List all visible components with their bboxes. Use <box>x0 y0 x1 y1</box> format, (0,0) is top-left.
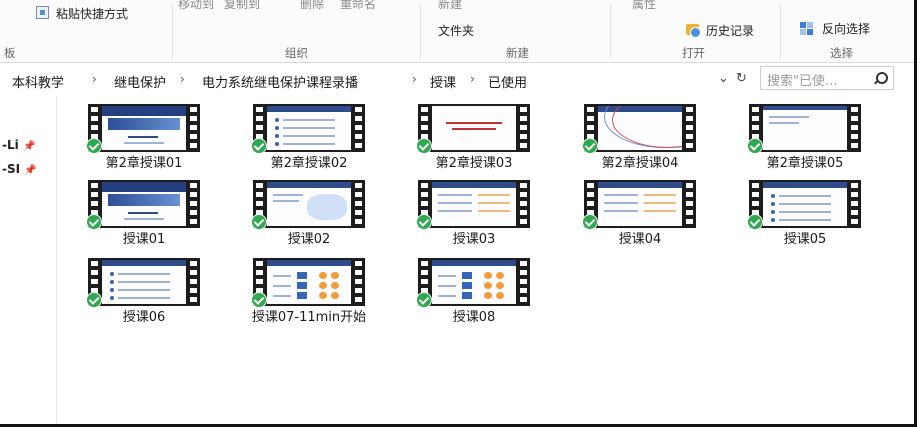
video-thumbnail <box>253 104 365 152</box>
move-to-button[interactable]: 移动到 <box>178 0 214 12</box>
sync-status-icon <box>582 138 598 154</box>
properties-button[interactable]: 属性 <box>632 0 656 12</box>
breadcrumb-separator: › <box>180 72 185 86</box>
file-name: 授课08 <box>452 310 496 325</box>
breadcrumb-used[interactable]: 已使用 <box>488 72 527 91</box>
search-icon <box>876 72 888 84</box>
history-icon <box>686 24 701 38</box>
address-bar[interactable]: 本科教学 › 继电保护 › 电力系统继电保护课程录播 › 授课 › 已使用 <box>0 66 750 92</box>
refresh-icon[interactable]: ↻ <box>736 71 747 86</box>
video-thumbnail <box>418 104 530 152</box>
video-thumbnail <box>584 180 696 228</box>
paste-shortcut-button[interactable]: 粘贴快捷方式 <box>56 5 128 22</box>
group-label-organize: 组织 <box>285 46 308 60</box>
invert-selection-icon <box>800 22 814 35</box>
file-name: 授课05 <box>783 232 827 247</box>
group-label-open: 打开 <box>682 46 705 60</box>
delete-button[interactable]: 删除 <box>300 0 324 12</box>
file-name: 第2章授课02 <box>270 156 348 171</box>
video-thumbnail <box>584 104 696 152</box>
video-thumbnail <box>88 104 200 152</box>
navigation-pane: -Li 📌 -SI 📌 <box>0 96 57 424</box>
rename-button[interactable]: 重命名 <box>340 0 376 12</box>
nav-item-label: -Li <box>2 138 19 152</box>
breadcrumb-undergrad-teaching[interactable]: 本科教学 <box>12 72 64 91</box>
pin-icon: 📌 <box>24 165 37 176</box>
nav-item-label: -SI <box>2 162 21 176</box>
sync-status-icon <box>86 214 102 230</box>
file-name: 授课06 <box>122 310 166 325</box>
group-label-clipboard: 板 <box>4 46 16 60</box>
nav-item-li[interactable]: -Li 📌 <box>2 138 35 152</box>
video-thumbnail <box>88 258 200 306</box>
file-name: 授课03 <box>452 232 496 247</box>
search-input[interactable]: 搜索"已使... <box>760 66 894 90</box>
file-name: 授课04 <box>618 232 662 247</box>
breadcrumb-separator: › <box>412 72 417 86</box>
new-folder-button[interactable]: 文件夹 <box>438 22 474 39</box>
sync-status-icon <box>582 214 598 230</box>
chevron-down-icon[interactable]: ⌄ <box>718 71 729 86</box>
group-label-select: 选择 <box>830 46 853 60</box>
history-button[interactable]: 历史记录 <box>706 22 754 39</box>
breadcrumb-relay-protection[interactable]: 继电保护 <box>114 72 166 91</box>
sync-status-icon <box>416 292 432 308</box>
sync-status-icon <box>251 292 267 308</box>
breadcrumb-separator: › <box>92 72 97 86</box>
file-name: 授课01 <box>122 232 166 247</box>
video-thumbnail <box>88 180 200 228</box>
video-thumbnail <box>253 258 365 306</box>
paste-shortcut-icon <box>36 6 49 19</box>
video-thumbnail <box>749 104 861 152</box>
copy-to-button[interactable]: 复制到 <box>224 0 260 12</box>
search-placeholder: 搜索"已使... <box>767 74 838 89</box>
sync-status-icon <box>416 138 432 154</box>
breadcrumb-separator: › <box>470 72 475 86</box>
breadcrumb-lectures[interactable]: 授课 <box>430 72 456 91</box>
sync-status-icon <box>747 138 763 154</box>
new-folder-line1[interactable]: 新建 <box>438 0 462 12</box>
video-thumbnail <box>749 180 861 228</box>
video-thumbnail <box>418 258 530 306</box>
sync-status-icon <box>747 214 763 230</box>
file-name: 第2章授课03 <box>435 156 513 171</box>
sync-status-icon <box>86 292 102 308</box>
sync-status-icon <box>416 214 432 230</box>
file-name: 授课07-11min开始 <box>251 310 367 325</box>
sync-status-icon <box>251 214 267 230</box>
breadcrumb-course-recording[interactable]: 电力系统继电保护课程录播 <box>202 72 358 91</box>
invert-selection-button[interactable]: 反向选择 <box>822 20 870 37</box>
group-label-new: 新建 <box>506 46 529 60</box>
nav-item-si[interactable]: -SI 📌 <box>2 162 37 176</box>
video-thumbnail <box>418 180 530 228</box>
file-name: 授课02 <box>287 232 331 247</box>
sync-status-icon <box>86 138 102 154</box>
video-thumbnail <box>253 180 365 228</box>
file-name: 第2章授课04 <box>601 156 679 171</box>
file-name: 第2章授课01 <box>105 156 183 171</box>
sync-status-icon <box>251 138 267 154</box>
pin-icon: 📌 <box>22 141 36 152</box>
file-name: 第2章授课05 <box>766 156 844 171</box>
ribbon: 粘贴快捷方式 移动到 复制到 删除 重命名 新建 文件夹 属性 历史记录 反向选… <box>0 0 914 62</box>
